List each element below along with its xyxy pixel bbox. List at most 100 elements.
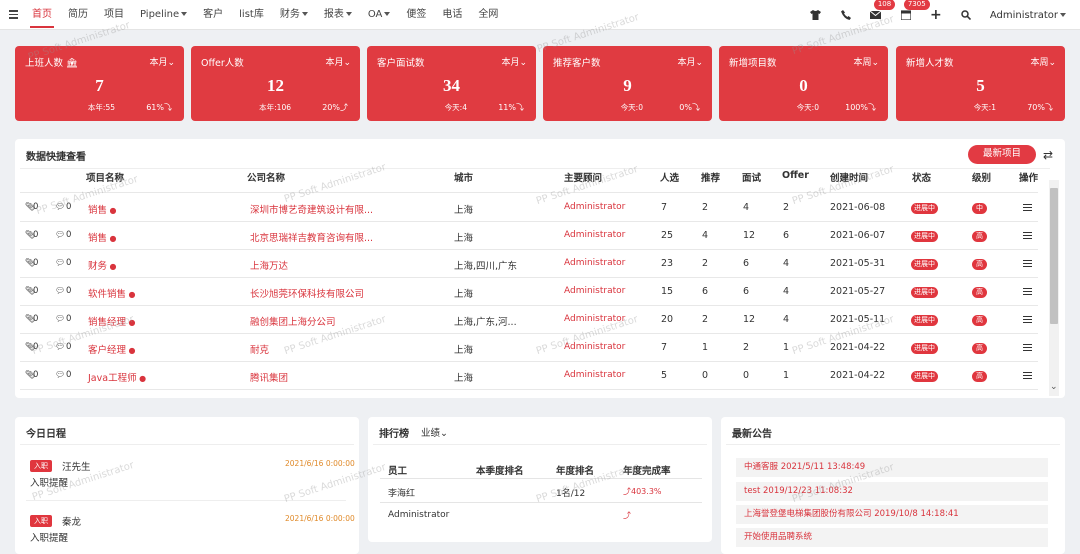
stat-card-interview[interactable]: 客户面试数 本月⌄ 34 今天:4 11%⤵ xyxy=(367,46,536,121)
col-header-candidates[interactable]: 人选 xyxy=(660,170,679,184)
calendar-icon[interactable]: 7305 xyxy=(900,0,930,21)
nav-finance[interactable]: 财务 xyxy=(272,0,316,30)
project-name-link[interactable]: Java工程师 ● xyxy=(88,370,146,384)
interview-count: 2 xyxy=(743,342,750,353)
nav-network[interactable]: 全网 xyxy=(470,0,506,30)
company-name-link[interactable]: 耐克 xyxy=(250,342,269,356)
comment-icon[interactable]: 💬︎ xyxy=(55,370,65,379)
col-header-company[interactable]: 公司名称 xyxy=(247,170,285,184)
nav-notes[interactable]: 便签 xyxy=(398,0,434,30)
nav-home[interactable]: 首页 xyxy=(24,0,60,30)
comment-icon[interactable]: 💬︎ xyxy=(55,258,65,267)
col-header-city[interactable]: 城市 xyxy=(454,170,473,184)
comment-icon[interactable]: 💬︎ xyxy=(55,202,65,211)
nav-oa[interactable]: OA xyxy=(360,0,399,30)
ranking-filter-select[interactable]: 业绩⌄ xyxy=(421,425,448,439)
user-menu[interactable]: Administrator xyxy=(990,10,1066,21)
status-badge: 进展中 xyxy=(911,231,938,242)
company-name-link[interactable]: 北京思瑞祥吉教育咨询有限... xyxy=(250,230,373,244)
card-value: 0 xyxy=(799,76,808,95)
comment-icon[interactable]: 💬︎ xyxy=(55,314,65,323)
project-name-link[interactable]: 软件销售 ● xyxy=(88,286,136,300)
company-name-link[interactable]: 上海万达 xyxy=(250,258,288,272)
mail-badge: 108 xyxy=(873,0,896,10)
col-header-offer[interactable]: Offer xyxy=(782,170,809,181)
card-period-select[interactable]: 本周⌄ xyxy=(1030,55,1056,68)
created-date: 2021-04-22 xyxy=(830,342,886,353)
company-name-link[interactable]: 融创集团上海分公司 xyxy=(250,314,336,328)
advisor-link[interactable]: Administrator xyxy=(564,202,625,212)
row-menu-icon[interactable] xyxy=(1023,316,1032,323)
company-name-link[interactable]: 长沙旭莞环保科技有限公司 xyxy=(250,286,364,300)
row-menu-icon[interactable] xyxy=(1023,344,1032,351)
stat-card-new-project[interactable]: 新增项目数 本周⌄ 0 今天:0 100%⤵ xyxy=(719,46,888,121)
notice-item[interactable]: 开始使用品聘系统 xyxy=(736,528,1048,547)
project-name-link[interactable]: 销售 ● xyxy=(88,230,117,244)
row-menu-icon[interactable] xyxy=(1023,288,1032,295)
col-header-advisor[interactable]: 主要顾问 xyxy=(564,170,602,184)
comment-icon[interactable]: 💬︎ xyxy=(55,230,65,239)
card-period-select[interactable]: 本月⌄ xyxy=(149,55,175,68)
stat-card-offer[interactable]: Offer人数 本月⌄ 12 本年:106 20%⤴ xyxy=(191,46,360,121)
advisor-link[interactable]: Administrator xyxy=(564,342,625,352)
advisor-link[interactable]: Administrator xyxy=(564,314,625,324)
latest-project-button[interactable]: 最新项目 xyxy=(968,145,1036,164)
scroll-down-icon[interactable]: ⌄ xyxy=(1050,382,1058,392)
card-period-select[interactable]: 本月⌄ xyxy=(501,55,527,68)
nav-list[interactable]: list库 xyxy=(231,0,272,30)
company-name-link[interactable]: 腾讯集团 xyxy=(250,370,288,384)
scrollbar-thumb[interactable] xyxy=(1050,188,1058,324)
swap-icon[interactable]: ⇄ xyxy=(1043,148,1053,162)
nav-phone[interactable]: 电话 xyxy=(434,0,470,30)
card-period-select[interactable]: 本月⌄ xyxy=(677,55,703,68)
plus-icon[interactable]: + xyxy=(930,7,942,23)
card-pct-text: 0% xyxy=(679,103,692,112)
schedule-name[interactable]: 秦龙 xyxy=(62,514,81,528)
stat-card-recommend[interactable]: 推荐客户数 本月⌄ 9 今天:0 0%⤵ xyxy=(543,46,712,121)
col-header-project[interactable]: 项目名称 xyxy=(86,170,124,184)
card-period-select[interactable]: 本月⌄ xyxy=(325,55,351,68)
notice-item[interactable]: 中通客服 2021/5/11 13:48:49 xyxy=(736,458,1048,477)
stat-card-attendance[interactable]: 上班人数 🏦︎ 本月⌄ 7 本年:55 61%⤵ xyxy=(15,46,184,121)
level-badge: 高 xyxy=(972,259,987,270)
notice-item[interactable]: 上海誉登堡电梯集团股份有限公司 2019/10/8 14:18:41 xyxy=(736,505,1048,524)
schedule-name[interactable]: 汪先生 xyxy=(62,459,91,473)
advisor-link[interactable]: Administrator xyxy=(564,370,625,380)
col-header-recommend[interactable]: 推荐 xyxy=(701,170,720,184)
col-header-level[interactable]: 级别 xyxy=(972,170,991,184)
notice-item[interactable]: test 2019/12/23 11:08:32 xyxy=(736,482,1048,501)
nav-report[interactable]: 报表 xyxy=(316,0,360,30)
nav-resume[interactable]: 简历 xyxy=(60,0,96,30)
card-period-select[interactable]: 本周⌄ xyxy=(853,55,879,68)
table-scrollbar[interactable] xyxy=(1049,180,1059,396)
col-header-status[interactable]: 状态 xyxy=(912,170,931,184)
project-name-link[interactable]: 客户经理 ● xyxy=(88,342,136,356)
nav-client[interactable]: 客户 xyxy=(195,0,231,30)
stat-card-new-talent[interactable]: 新增人才数 本周⌄ 5 今天:1 70%⤵ xyxy=(896,46,1065,121)
row-menu-icon[interactable] xyxy=(1023,232,1032,239)
mail-icon[interactable]: 108 xyxy=(870,0,896,21)
menu-toggle-icon[interactable] xyxy=(2,10,24,19)
row-menu-icon[interactable] xyxy=(1023,372,1032,379)
card-pct-text: 70% xyxy=(1027,103,1045,112)
row-menu-icon[interactable] xyxy=(1023,204,1032,211)
col-header-created[interactable]: 创建时间 xyxy=(830,170,868,184)
city: 上海,广东,河... xyxy=(454,317,517,328)
project-name-link[interactable]: 财务 ● xyxy=(88,258,117,272)
nav-pipeline[interactable]: Pipeline xyxy=(132,0,195,30)
shirt-icon[interactable] xyxy=(810,9,822,21)
comment-icon[interactable]: 💬︎ xyxy=(55,342,65,351)
project-name-link[interactable]: 销售 ● xyxy=(88,202,117,216)
search-icon[interactable] xyxy=(960,9,972,21)
comment-icon[interactable]: 💬︎ xyxy=(55,286,65,295)
phone-icon[interactable] xyxy=(840,9,852,21)
advisor-link[interactable]: Administrator xyxy=(564,286,625,296)
col-header-interview[interactable]: 面试 xyxy=(742,170,761,184)
advisor-link[interactable]: Administrator xyxy=(564,230,625,240)
advisor-link[interactable]: Administrator xyxy=(564,258,625,268)
wechat-icon: ● xyxy=(107,234,117,243)
nav-project[interactable]: 项目 xyxy=(96,0,132,30)
company-name-link[interactable]: 深圳市博艺奇建筑设计有限... xyxy=(250,202,373,216)
project-name-link[interactable]: 销售经理 ● xyxy=(88,314,136,328)
row-menu-icon[interactable] xyxy=(1023,260,1032,267)
